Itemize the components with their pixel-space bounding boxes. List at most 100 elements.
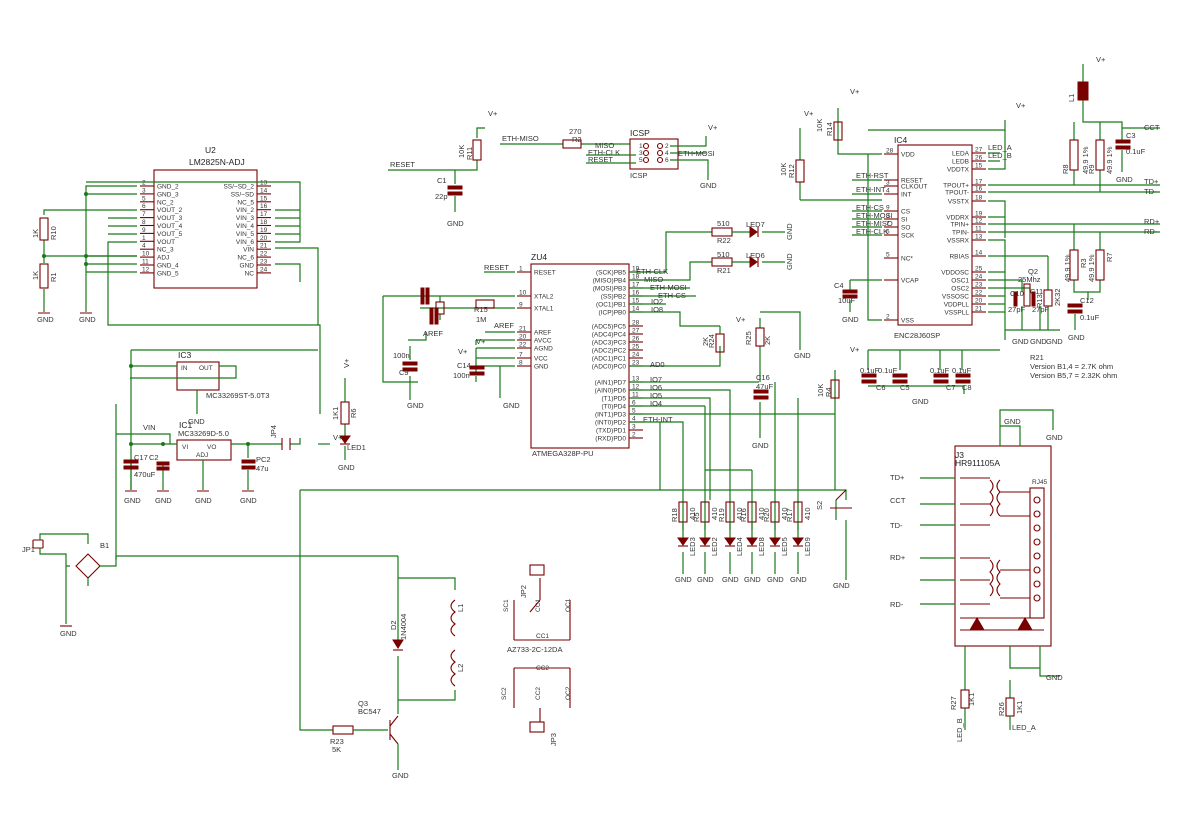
ic4-rpinnum-1: 26 bbox=[975, 155, 983, 162]
zu4-rpinnum-6: 28 bbox=[632, 320, 640, 327]
zu4-rpin-9: (ADC2)PC2 bbox=[592, 348, 627, 355]
s2-ref: S2 bbox=[815, 501, 824, 510]
c4-ref: C4 bbox=[834, 281, 844, 290]
zu4-pinnum-0: 1 bbox=[519, 266, 523, 273]
u2-pinnum-11: 12 bbox=[142, 266, 150, 273]
led7-ref: LED7 bbox=[746, 220, 765, 229]
ic4-pin-6: SO bbox=[901, 225, 910, 232]
chip-ic4: IC4 ENC28J60SP VDD28RESETCLKOUT3INT4CS9S… bbox=[884, 135, 986, 340]
ic4-rpin-12: OSC1 bbox=[951, 278, 969, 285]
gnd-q3: GND bbox=[392, 771, 409, 780]
pc2-value: 47u bbox=[256, 464, 269, 473]
led-ref-1: LED2 bbox=[710, 537, 719, 556]
led-3 bbox=[746, 537, 758, 546]
u2-pin-0: GND_2 bbox=[157, 184, 179, 191]
ic4-rpinnum-2: 15 bbox=[975, 163, 983, 170]
ic4-pin-0: VDD bbox=[901, 152, 915, 159]
gnd-led-1: GND bbox=[697, 575, 714, 584]
svg-text:1: 1 bbox=[639, 143, 643, 150]
zu4-rpin-2: (MOSI)PB3 bbox=[593, 286, 627, 293]
schematic: U2 LM2825N-ADJ GND_2 2 GND_3 3 NC_2 5 VOUT_2 6 V… bbox=[22, 55, 1160, 780]
relay-cc2: CC2 bbox=[536, 665, 549, 672]
vplus-r14: V+ bbox=[850, 87, 860, 96]
gnd-s2: GND bbox=[833, 581, 850, 590]
eth-miso-label: ETH-MISO bbox=[502, 134, 539, 143]
u2-pin-6: VOUT_5 bbox=[157, 231, 183, 238]
zu4-rpinnum-8: 26 bbox=[632, 336, 640, 343]
ic1-value: MC33269D-5.0 bbox=[178, 429, 229, 438]
u2-pin-10: GND_4 bbox=[157, 263, 179, 270]
zu4-rpinnum-7: 27 bbox=[632, 328, 640, 335]
u2-pinnum-8: 4 bbox=[142, 243, 146, 250]
b1-ref: B1 bbox=[100, 541, 109, 550]
vplus-r25: V+ bbox=[736, 315, 746, 324]
relay-cc2b: CC2 bbox=[535, 687, 542, 700]
icsp-mosi: ETH-MOSI bbox=[678, 149, 715, 158]
ic4-rpinnum-5: 18 bbox=[975, 195, 983, 202]
led-res-ref-1: R5 bbox=[692, 512, 701, 522]
ic4-rpin-3: TPOUT+ bbox=[943, 183, 969, 190]
c5-value: 0.1uF bbox=[878, 366, 898, 375]
gnd-led-4: GND bbox=[767, 575, 784, 584]
u2-rpinnum-0: 13 bbox=[260, 180, 268, 187]
r1-ref: R1 bbox=[49, 272, 58, 282]
net-eth-int: ETH-INT bbox=[643, 415, 673, 424]
c8-ref: C8 bbox=[962, 383, 972, 392]
relay-sc2: SC2 bbox=[501, 687, 508, 700]
led-5 bbox=[792, 537, 804, 546]
c9-value: 100n bbox=[393, 351, 410, 360]
u2-rpin-1: SS/~SD bbox=[231, 191, 255, 198]
zu4-pin-5: AGND bbox=[534, 346, 553, 353]
ic4-rpin-11: VDDOSC bbox=[941, 270, 969, 277]
ic4-rpinnum-13: 23 bbox=[975, 282, 983, 289]
gnd-led6: GND bbox=[785, 253, 794, 270]
zu4-pin-4: AVCC bbox=[534, 338, 552, 345]
c5-ref: C5 bbox=[900, 383, 910, 392]
ic4-rpinnum-4: 16 bbox=[975, 186, 983, 193]
chip-ic3: IC3 IN OUT MC33269ST-5.0T3 bbox=[176, 350, 269, 400]
gnd-u2b: GND bbox=[79, 315, 96, 324]
c17-value: 470uF bbox=[134, 470, 156, 479]
c1-ref: C1 bbox=[437, 176, 447, 185]
zu4-pinnum-3: 21 bbox=[519, 326, 527, 333]
c3-ref: C3 bbox=[1126, 131, 1136, 140]
net-rdp: RD+ bbox=[1144, 217, 1160, 226]
zu4-pin-2: XTAL1 bbox=[534, 306, 554, 313]
zu4-rpinnum-19: 2 bbox=[632, 432, 636, 439]
jp1-ref: JP1 bbox=[22, 545, 35, 554]
vin-label: VIN bbox=[143, 423, 156, 432]
led-res-ref-2: R19 bbox=[717, 508, 726, 522]
gnd-c3: GND bbox=[1116, 175, 1133, 184]
gnd-led1: GND bbox=[338, 463, 355, 472]
ic4-pin-7: SCK bbox=[901, 233, 915, 240]
r9-ref: R9 bbox=[1087, 164, 1096, 174]
gnd-c5: GND bbox=[912, 397, 929, 406]
vplus-r6: V+ bbox=[342, 358, 351, 368]
led-res-ref-3: R16 bbox=[739, 508, 748, 522]
zu4-rpin-12: (AIN1)PD7 bbox=[595, 380, 627, 387]
r6-value: 1K1 bbox=[331, 407, 340, 420]
gnd-icsp: GND bbox=[700, 181, 717, 190]
relay-value: AZ733-2C-12DA bbox=[507, 645, 562, 654]
zu4-rpin-4: (OC1)PB1 bbox=[596, 302, 626, 309]
r27-ledb: LED_B bbox=[955, 718, 964, 742]
led-0 bbox=[677, 537, 689, 546]
gnd-ic1: GND bbox=[195, 496, 212, 505]
pc2-ref: PC2 bbox=[256, 455, 271, 464]
c6-ref: C6 bbox=[876, 383, 886, 392]
ic4-pin-2: CLKOUT bbox=[901, 184, 927, 191]
zu4-rpin-6: (ADC5)PC5 bbox=[592, 324, 627, 331]
note-b57: Version B5,7 = 2.32K ohm bbox=[1030, 371, 1117, 380]
u2-rpin-3: VIN_2 bbox=[236, 207, 254, 214]
led-ref-3: LED8 bbox=[757, 537, 766, 556]
zu4-pinnum-1: 10 bbox=[519, 290, 527, 297]
r11-ref: R11 bbox=[465, 147, 474, 160]
zu4-rpinnum-9: 25 bbox=[632, 344, 640, 351]
ic4-rpinnum-0: 27 bbox=[975, 147, 983, 154]
zu4-rpin-0: (SCK)PB5 bbox=[596, 270, 626, 277]
gnd-c1: GND bbox=[447, 219, 464, 228]
u2-pinnum-6: 9 bbox=[142, 227, 146, 234]
relay-sc1: SC1 bbox=[503, 599, 510, 612]
led-2 bbox=[724, 537, 736, 546]
zu4-pin-3: AREF bbox=[534, 330, 551, 337]
